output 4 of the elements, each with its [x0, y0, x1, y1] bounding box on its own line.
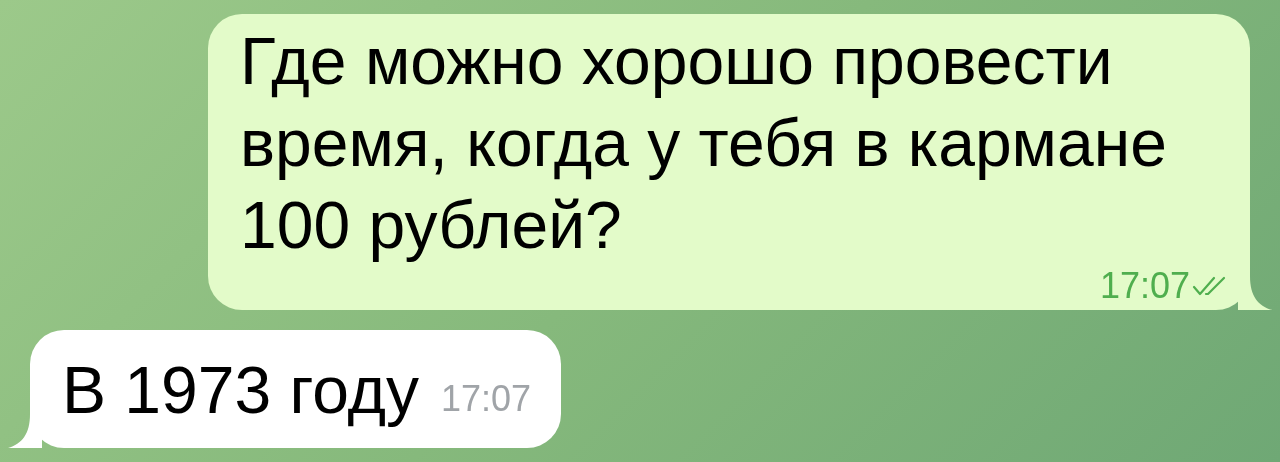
message-time: 17:07	[440, 377, 531, 421]
message-text: В 1973 году	[62, 354, 419, 426]
message-time: 17:07	[1099, 266, 1190, 306]
message-text: Где можно хорошо провести время, когда у тебя в кармане 100 рублей?	[240, 23, 1168, 264]
